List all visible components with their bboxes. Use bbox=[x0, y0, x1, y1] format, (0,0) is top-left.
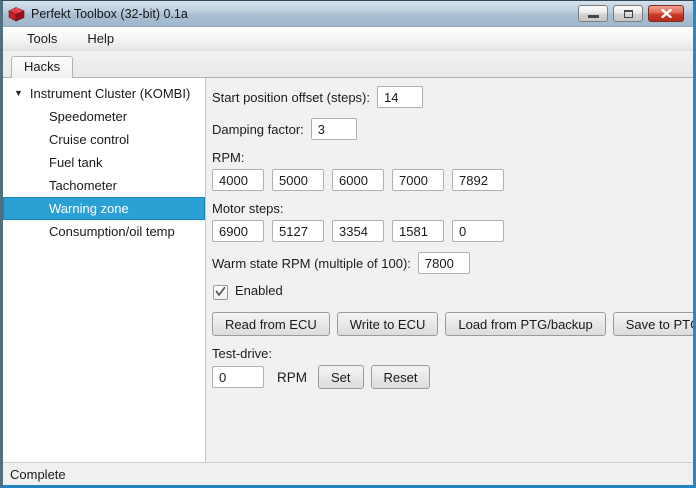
window-controls bbox=[578, 5, 688, 22]
tree-root-label: Instrument Cluster (KOMBI) bbox=[30, 86, 190, 101]
motor-steps-inputs bbox=[212, 220, 696, 242]
app-icon bbox=[8, 6, 25, 22]
tree-item-consumption-oil-temp[interactable]: Consumption/oil temp bbox=[3, 220, 205, 243]
test-drive-label: Test-drive: bbox=[212, 346, 696, 361]
test-drive-unit-label: RPM bbox=[277, 370, 307, 385]
test-drive-rpm-input[interactable] bbox=[212, 366, 264, 388]
content-area: ▼ Instrument Cluster (KOMBI) Speedometer… bbox=[3, 78, 693, 462]
expander-icon[interactable]: ▼ bbox=[14, 89, 23, 98]
rpm-inputs bbox=[212, 169, 696, 191]
load-from-ptg-backup-button[interactable]: Load from PTG/backup bbox=[445, 312, 605, 336]
warning-zone-form: Start position offset (steps): Damping f… bbox=[206, 78, 696, 462]
start-position-offset-label: Start position offset (steps): bbox=[212, 90, 370, 105]
tree-root-instrument-cluster[interactable]: ▼ Instrument Cluster (KOMBI) bbox=[3, 81, 205, 105]
motor-steps-input-1[interactable] bbox=[212, 220, 264, 242]
title-bar: Perfekt Toolbox (32-bit) 0.1a bbox=[3, 1, 693, 27]
reset-button[interactable]: Reset bbox=[371, 365, 431, 389]
rpm-label: RPM: bbox=[212, 150, 696, 165]
app-window: Perfekt Toolbox (32-bit) 0.1a Tools Help… bbox=[0, 0, 696, 488]
hack-tree: ▼ Instrument Cluster (KOMBI) Speedometer… bbox=[3, 78, 206, 462]
start-position-offset-input[interactable] bbox=[377, 86, 423, 108]
maximize-icon bbox=[624, 10, 633, 18]
status-text: Complete bbox=[10, 467, 66, 482]
save-to-ptg-file-button[interactable]: Save to PTG-file bbox=[613, 312, 696, 336]
checkmark-icon bbox=[215, 287, 226, 297]
close-icon bbox=[661, 9, 672, 18]
motor-steps-input-4[interactable] bbox=[392, 220, 444, 242]
write-to-ecu-button[interactable]: Write to ECU bbox=[337, 312, 439, 336]
test-drive-row: RPM Set Reset bbox=[212, 365, 696, 389]
tree-item-tachometer[interactable]: Tachometer bbox=[3, 174, 205, 197]
rpm-input-4[interactable] bbox=[392, 169, 444, 191]
tab-hacks[interactable]: Hacks bbox=[11, 56, 73, 78]
tree-item-cruise-control[interactable]: Cruise control bbox=[3, 128, 205, 151]
tree-item-fuel-tank[interactable]: Fuel tank bbox=[3, 151, 205, 174]
menu-tools[interactable]: Tools bbox=[17, 29, 67, 48]
rpm-input-1[interactable] bbox=[212, 169, 264, 191]
action-buttons: Read from ECU Write to ECU Load from PTG… bbox=[212, 312, 696, 336]
rpm-input-3[interactable] bbox=[332, 169, 384, 191]
damping-factor-input[interactable] bbox=[311, 118, 357, 140]
enabled-label: Enabled bbox=[235, 283, 283, 298]
set-button[interactable]: Set bbox=[318, 365, 364, 389]
window-title: Perfekt Toolbox (32-bit) 0.1a bbox=[31, 7, 572, 21]
read-from-ecu-button[interactable]: Read from ECU bbox=[212, 312, 330, 336]
enabled-checkbox[interactable] bbox=[213, 285, 228, 300]
rpm-input-2[interactable] bbox=[272, 169, 324, 191]
damping-factor-label: Damping factor: bbox=[212, 122, 304, 137]
menu-bar: Tools Help bbox=[3, 27, 693, 51]
warm-state-rpm-label: Warm state RPM (multiple of 100): bbox=[212, 256, 411, 271]
motor-steps-input-2[interactable] bbox=[272, 220, 324, 242]
rpm-input-5[interactable] bbox=[452, 169, 504, 191]
tree-item-warning-zone[interactable]: Warning zone bbox=[3, 197, 205, 220]
motor-steps-input-3[interactable] bbox=[332, 220, 384, 242]
menu-help[interactable]: Help bbox=[77, 29, 124, 48]
tree-item-speedometer[interactable]: Speedometer bbox=[3, 105, 205, 128]
close-button[interactable] bbox=[648, 5, 684, 22]
maximize-button[interactable] bbox=[613, 5, 643, 22]
minimize-button[interactable] bbox=[578, 5, 608, 22]
minimize-icon bbox=[588, 15, 599, 18]
warm-state-rpm-input[interactable] bbox=[418, 252, 470, 274]
motor-steps-input-5[interactable] bbox=[452, 220, 504, 242]
motor-steps-label: Motor steps: bbox=[212, 201, 696, 216]
status-bar: Complete bbox=[3, 462, 693, 485]
tab-bar: Hacks bbox=[3, 51, 693, 78]
